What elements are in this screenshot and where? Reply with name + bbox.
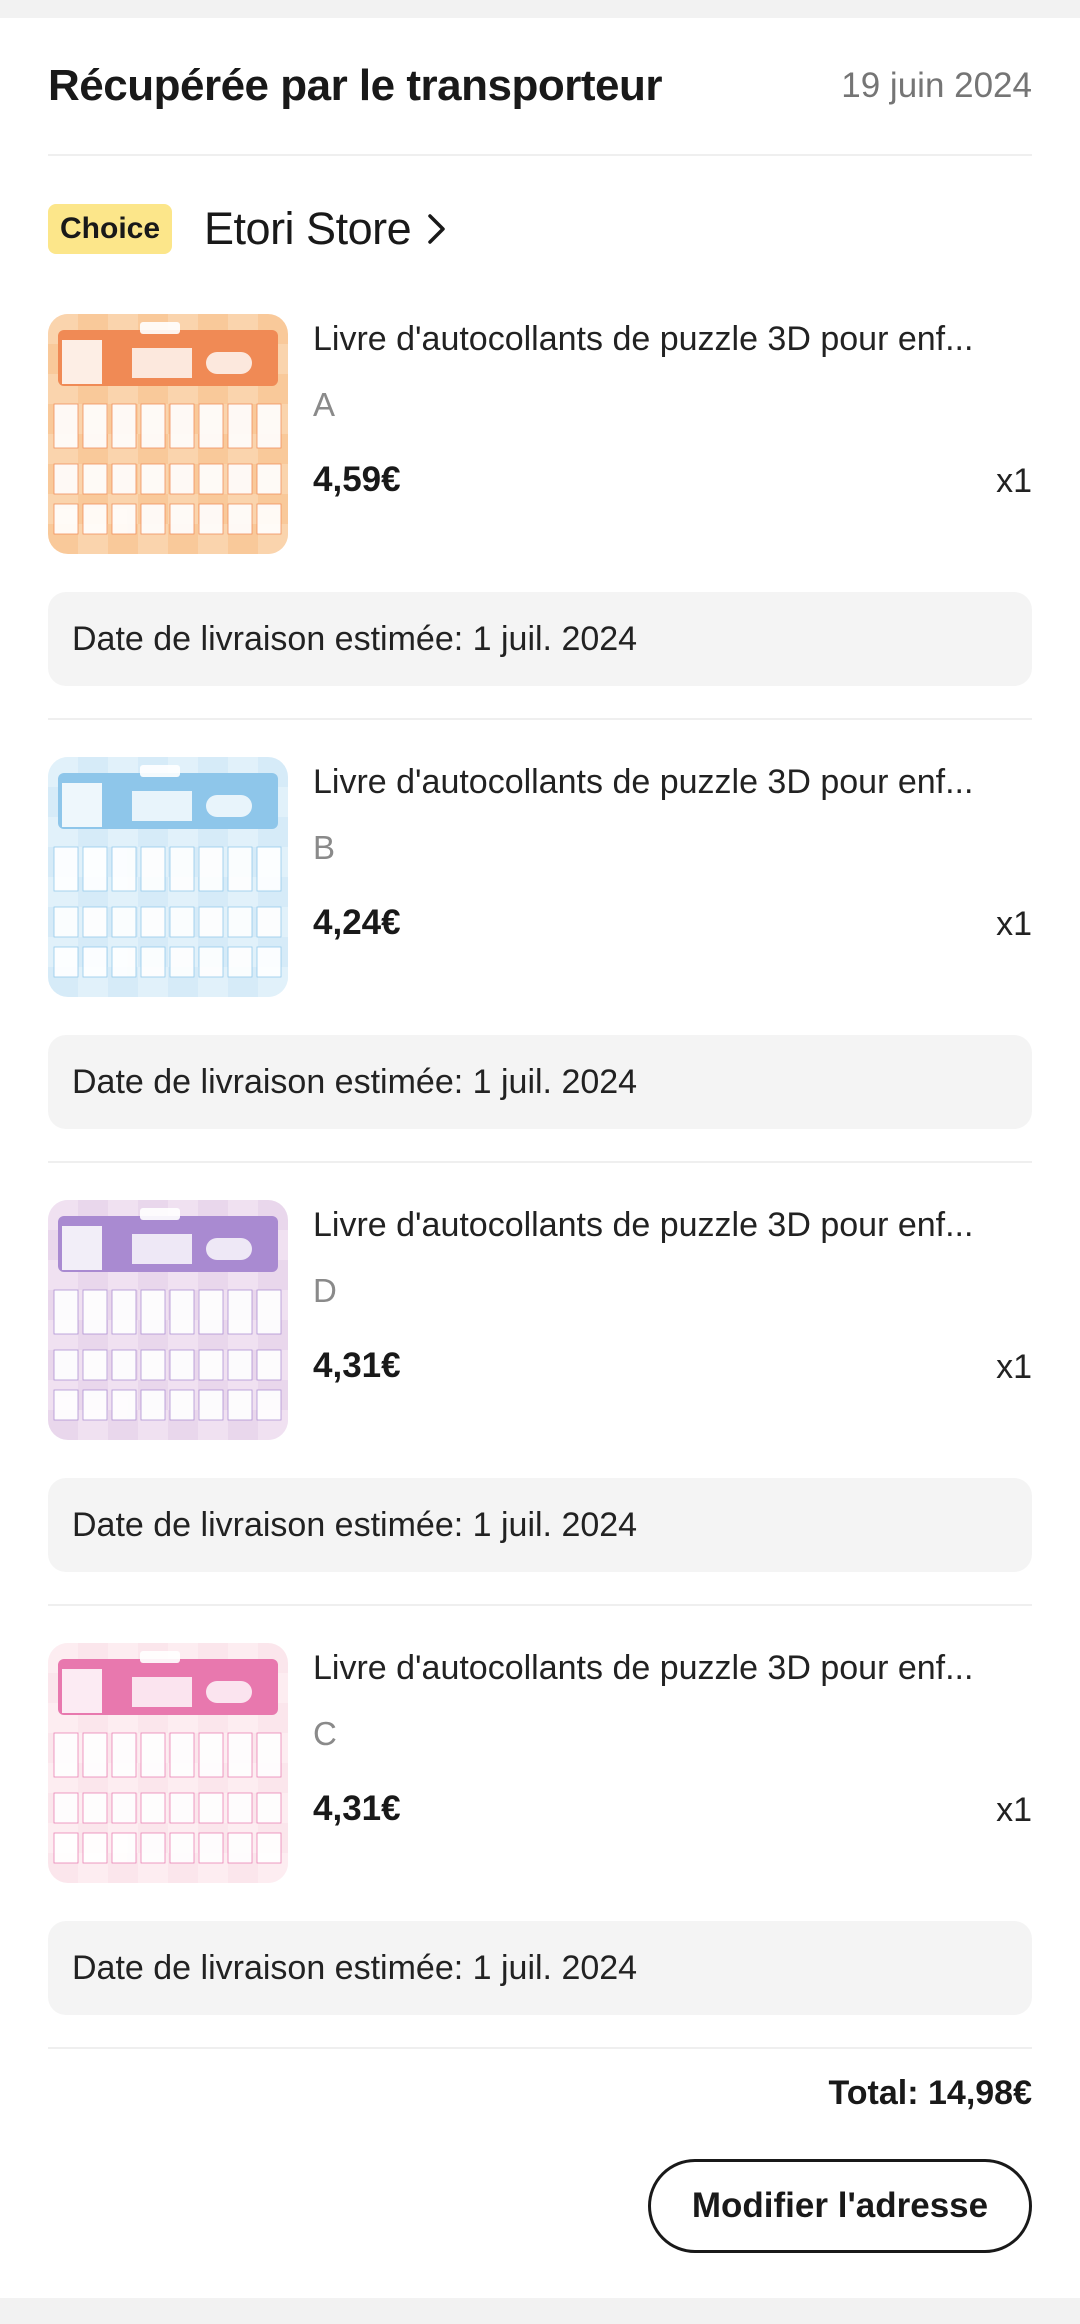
product-variant: B [313, 829, 336, 866]
product-quantity: x1 [996, 905, 1032, 943]
order-header: Récupérée par le transporteur 19 juin 20… [48, 18, 1032, 156]
delivery-estimate: Date de livraison estimée: 1 juil. 2024 [48, 1035, 1032, 1129]
order-card: Récupérée par le transporteur 19 juin 20… [0, 18, 1080, 2298]
chevron-right-icon [428, 214, 445, 244]
order-total: Total: 14,98€ [828, 2074, 1032, 2112]
product-title[interactable]: Livre d'autocollants de puzzle 3D pour e… [313, 320, 1032, 359]
choice-badge: Choice [48, 204, 173, 254]
product-image[interactable] [48, 757, 288, 997]
item-divider [48, 718, 1032, 720]
product-price: 4,31€ [313, 1346, 401, 1385]
order-status: Récupérée par le transporteur [48, 61, 662, 110]
item-divider [48, 1604, 1032, 1606]
product-variant: A [313, 386, 336, 423]
delivery-estimate: Date de livraison estimée: 1 juil. 2024 [48, 592, 1032, 686]
delivery-estimate: Date de livraison estimée: 1 juil. 2024 [48, 1478, 1032, 1572]
item-divider [48, 2047, 1032, 2049]
product-title[interactable]: Livre d'autocollants de puzzle 3D pour e… [313, 1649, 1032, 1688]
product-price: 4,59€ [313, 460, 401, 499]
delivery-estimate: Date de livraison estimée: 1 juil. 2024 [48, 1921, 1032, 2015]
product-quantity: x1 [996, 1348, 1032, 1386]
product-image[interactable] [48, 1643, 288, 1883]
product-price: 4,31€ [313, 1789, 401, 1828]
product-title[interactable]: Livre d'autocollants de puzzle 3D pour e… [313, 1206, 1032, 1245]
product-title[interactable]: Livre d'autocollants de puzzle 3D pour e… [313, 763, 1032, 802]
store-link[interactable]: Choice Etori Store [48, 203, 449, 255]
product-quantity: x1 [996, 462, 1032, 500]
product-variant: C [313, 1715, 337, 1752]
product-image[interactable] [48, 1200, 288, 1440]
order-item[interactable]: Livre d'autocollants de puzzle 3D pour e… [48, 1643, 1032, 2086]
product-price: 4,24€ [313, 903, 401, 942]
product-quantity: x1 [996, 1791, 1032, 1829]
item-divider [48, 1161, 1032, 1163]
order-item[interactable]: Livre d'autocollants de puzzle 3D pour e… [48, 1200, 1032, 1643]
modify-address-button[interactable]: Modifier l'adresse [648, 2159, 1032, 2253]
order-item[interactable]: Livre d'autocollants de puzzle 3D pour e… [48, 314, 1032, 757]
store-name[interactable]: Etori Store [204, 203, 412, 255]
order-item[interactable]: Livre d'autocollants de puzzle 3D pour e… [48, 757, 1032, 1200]
product-variant: D [313, 1272, 337, 1309]
product-image[interactable] [48, 314, 288, 554]
order-date: 19 juin 2024 [841, 66, 1032, 105]
